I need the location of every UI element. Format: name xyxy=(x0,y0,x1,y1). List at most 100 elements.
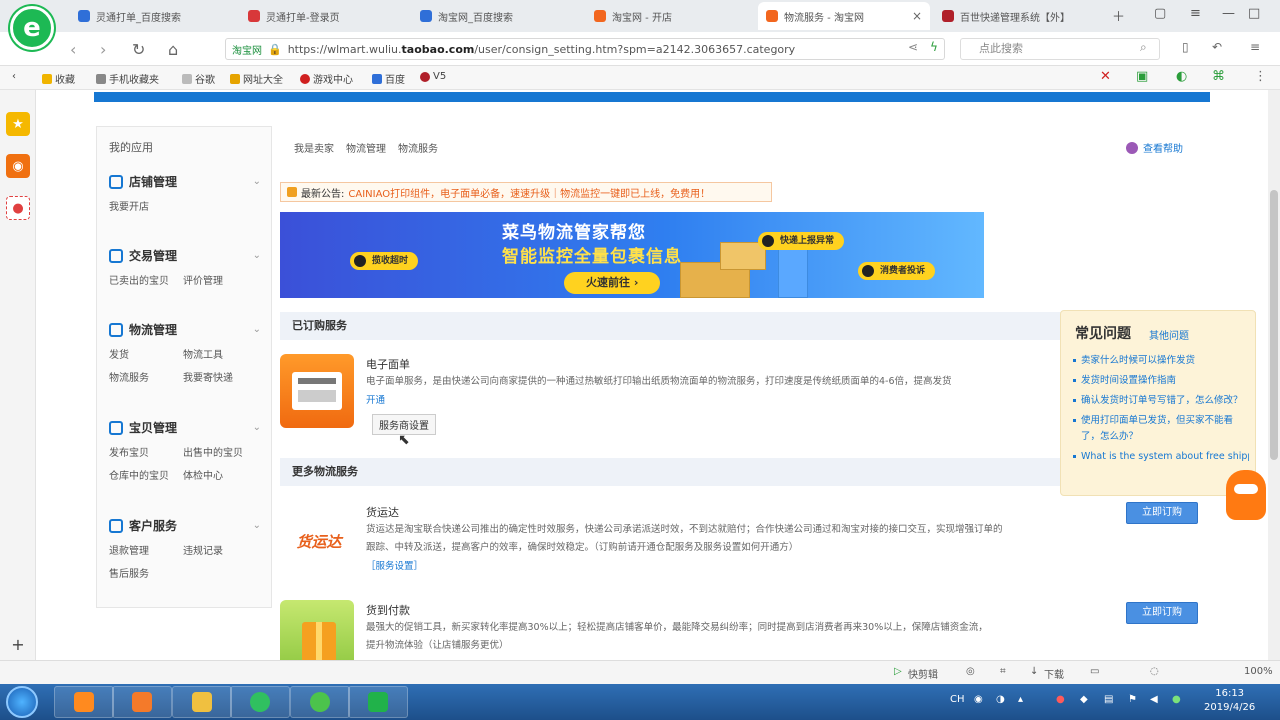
service-open-link[interactable]: 开通 xyxy=(366,392,385,406)
minimize-icon[interactable]: — xyxy=(1222,6,1235,21)
sidebar-link[interactable]: 物流工具 xyxy=(183,346,241,361)
breadcrumb-item[interactable]: 物流管理 xyxy=(346,140,386,155)
taskbar-app[interactable] xyxy=(112,686,172,718)
sidebar-link[interactable]: 出售中的宝贝 xyxy=(183,444,243,459)
taskbar-app[interactable] xyxy=(172,686,232,718)
collapse-icon[interactable]: ‹ xyxy=(12,71,16,82)
sidebar-link[interactable]: 发货 xyxy=(109,346,167,361)
breadcrumb-item[interactable]: 物流服务 xyxy=(398,140,438,155)
window-icon[interactable]: ▭ xyxy=(1090,666,1099,677)
tab-2[interactable]: 灵通打单-登录页 xyxy=(240,2,400,30)
bookmark-google[interactable]: 谷歌 xyxy=(182,71,215,86)
bookmark-mobile[interactable]: 手机收藏夹 xyxy=(96,71,159,86)
share-icon[interactable]: ⋖ xyxy=(908,40,918,54)
weibo-icon[interactable]: ◉ xyxy=(6,154,30,178)
network-icon[interactable]: ▤ xyxy=(1104,694,1113,705)
bookmark-sites[interactable]: 网址大全 xyxy=(230,71,283,86)
sidebar-link[interactable]: 退款管理 xyxy=(109,542,167,557)
tab-1[interactable]: 灵通打单_百度搜索 xyxy=(70,2,230,30)
taskbar-app[interactable] xyxy=(230,686,290,718)
faq-more-link[interactable]: 其他问题 xyxy=(1149,327,1189,342)
service-settings-link[interactable]: ［服务设置］ xyxy=(366,558,423,572)
sidebar-group-header[interactable]: 宝贝管理 ⌄ xyxy=(109,419,261,436)
sidebar-link[interactable]: 我要开店 xyxy=(109,198,167,213)
bookmark-favorites[interactable]: 收藏 xyxy=(42,71,75,86)
favorites-star-icon[interactable]: ★ xyxy=(6,112,30,136)
sidebar-group-header[interactable]: 店铺管理 ⌄ xyxy=(109,173,261,190)
faq-item[interactable]: What is the system about free shipping xyxy=(1073,449,1249,465)
url-field[interactable]: 淘宝网 🔒 https://wlmart.wuliu.taobao.com/us… xyxy=(225,38,945,60)
sidebar-link[interactable]: 已卖出的宝贝 xyxy=(109,272,169,287)
faq-item[interactable]: 使用打印面单已发货，但买家不能看了，怎么办？ xyxy=(1073,413,1249,445)
sidebar-group-header[interactable]: 物流管理 ⌄ xyxy=(109,321,261,338)
shirt-icon[interactable]: ▢ xyxy=(1154,6,1166,21)
order-now-button[interactable]: 立即订购 xyxy=(1126,602,1198,624)
taskbar-app[interactable] xyxy=(348,686,408,718)
start-button-icon[interactable] xyxy=(6,686,38,718)
bookmark-baidu[interactable]: 百度 xyxy=(372,71,405,86)
help-link[interactable]: 查看帮助 xyxy=(1126,140,1183,155)
sidebar-link[interactable]: 仓库中的宝贝 xyxy=(109,467,169,482)
taskbar-clock[interactable]: 16:13 2019/4/26 xyxy=(1204,687,1255,715)
sidebar-link[interactable]: 售后服务 xyxy=(109,565,167,580)
promo-banner[interactable]: 菜鸟物流管家帮您 智能监控全量包裹信息 火速前往 › 揽收超时 快递上报异常 消… xyxy=(280,212,984,298)
lightning-icon[interactable]: ϟ xyxy=(930,40,938,54)
search-input[interactable]: 点此搜索 xyxy=(960,38,1160,60)
order-now-button[interactable]: 立即订购 xyxy=(1126,502,1198,524)
tab-4[interactable]: 淘宝网 - 开店 xyxy=(586,2,750,30)
sidebar-link[interactable]: 评价管理 xyxy=(183,272,241,287)
browser-logo-icon[interactable]: e xyxy=(10,6,54,50)
tab-active[interactable]: 物流服务 - 淘宝网 × xyxy=(758,2,930,30)
taskbar-app[interactable] xyxy=(54,686,114,718)
tray-icon[interactable]: ◑ xyxy=(996,694,1005,705)
undo-icon[interactable]: ↶ xyxy=(1212,40,1222,54)
menu-icon[interactable]: ≡ xyxy=(1190,6,1201,21)
tray-icon[interactable]: ◉ xyxy=(974,694,983,705)
sidebar-link[interactable]: 物流服务 xyxy=(109,369,167,384)
bookmark-v5[interactable]: V5 xyxy=(420,71,446,82)
phone-icon[interactable]: ▯ xyxy=(1182,40,1189,54)
maximize-icon[interactable]: □ xyxy=(1248,6,1260,21)
breadcrumb-item[interactable]: 我是卖家 xyxy=(294,140,334,155)
new-tab-icon[interactable]: ＋ xyxy=(1112,6,1125,25)
tray-icon[interactable]: ● xyxy=(1056,694,1065,705)
forward-icon[interactable]: › xyxy=(100,40,106,59)
status-item[interactable]: 快剪辑 xyxy=(908,666,938,681)
sidebar-link[interactable]: 发布宝贝 xyxy=(109,444,167,459)
sidebar-link[interactable]: 体检中心 xyxy=(183,467,241,482)
tool-icon[interactable]: ▣ xyxy=(1136,69,1148,84)
grid-icon[interactable]: ⋮ xyxy=(1254,69,1267,84)
app-icon[interactable]: ● xyxy=(6,196,30,220)
tab-3[interactable]: 淘宝网_百度搜索 xyxy=(412,2,572,30)
close-red-icon[interactable]: ✕ xyxy=(1100,69,1111,84)
search-icon[interactable]: ⌕ xyxy=(1140,40,1147,55)
announcement-bar[interactable]: 最新公告: CAINIAO打印组件，电子面单必备，速速升级｜物流监控一键即已上线… xyxy=(280,182,772,202)
tab-6[interactable]: 百世快递管理系统【外】 xyxy=(934,2,1100,30)
flag-icon[interactable]: ⚑ xyxy=(1128,694,1137,705)
volume-icon[interactable]: ◌ xyxy=(1150,666,1159,677)
add-icon[interactable]: + xyxy=(6,632,30,656)
tray-icon[interactable]: ◆ xyxy=(1080,694,1088,705)
zoom-level[interactable]: 100% xyxy=(1244,666,1273,677)
tray-icon[interactable]: ▴ xyxy=(1018,694,1023,705)
bookmark-games[interactable]: 游戏中心 xyxy=(300,71,353,86)
faq-item[interactable]: 卖家什么时候可以操作发货 xyxy=(1073,353,1249,369)
refresh-icon[interactable]: ↻ xyxy=(132,40,145,59)
close-tab-icon[interactable]: × xyxy=(912,9,922,23)
status-item[interactable]: 下载 xyxy=(1044,666,1064,681)
sidebar-group-header[interactable]: 客户服务 ⌄ xyxy=(109,517,261,534)
download-icon[interactable]: ↓ xyxy=(1030,666,1038,677)
sidebar-link[interactable]: 违规记录 xyxy=(183,542,241,557)
home-icon[interactable]: ⌂ xyxy=(168,40,178,59)
wechat-tray-icon[interactable]: ● xyxy=(1172,694,1181,705)
menu-icon[interactable]: ≡ xyxy=(1250,40,1260,54)
input-method-icon[interactable]: CH xyxy=(950,694,965,705)
sidebar-link[interactable]: 我要寄快递 xyxy=(183,369,241,384)
status-icon[interactable]: ◎ xyxy=(966,666,975,677)
game-controller-icon[interactable]: ⌘ xyxy=(1212,69,1225,84)
faq-item[interactable]: 发货时间设置操作指南 xyxy=(1073,373,1249,389)
crop-icon[interactable]: ⌗ xyxy=(1000,666,1006,677)
back-icon[interactable]: ‹ xyxy=(70,40,76,59)
taskbar-app[interactable] xyxy=(290,686,350,718)
sidebar-group-header[interactable]: 交易管理 ⌄ xyxy=(109,247,261,264)
